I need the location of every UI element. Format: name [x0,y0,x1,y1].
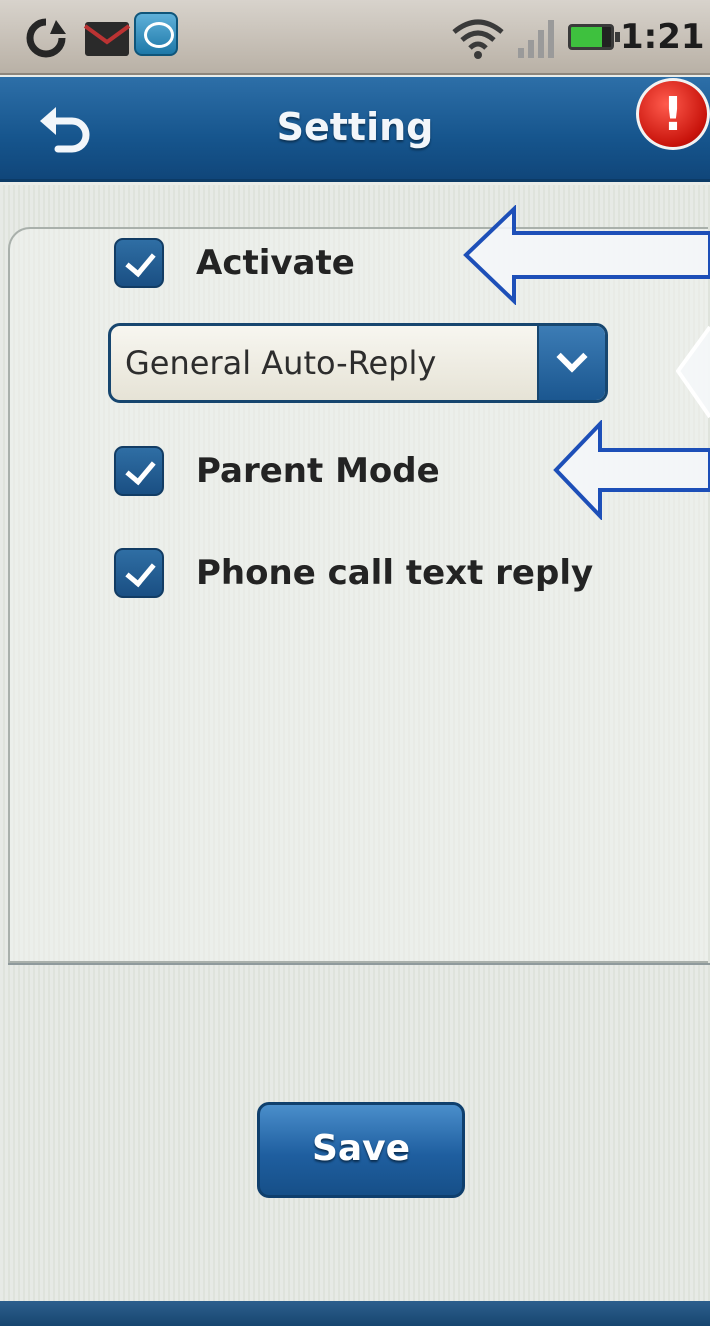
phone-call-reply-option[interactable]: Phone call text reply [114,543,593,603]
page-title: Setting [276,105,434,149]
parent-mode-label: Parent Mode [196,451,440,491]
bottom-strip [0,1301,710,1326]
dropdown-button[interactable] [537,326,605,400]
activate-label: Activate [196,243,355,283]
activate-option[interactable]: Activate [114,233,355,293]
parent-mode-checkbox[interactable] [114,446,164,496]
sync-icon [26,18,66,58]
battery-icon [568,24,620,50]
wifi-icon [452,19,504,59]
mail-icon [83,22,131,56]
annotation-arrow-activate [463,205,710,305]
reply-mode-dropdown[interactable]: General Auto-Reply [108,323,608,403]
reply-mode-value: General Auto-Reply [125,344,437,382]
save-button[interactable]: Save [257,1102,465,1198]
chevron-down-icon [556,341,588,373]
alert-icon[interactable]: ! [636,78,710,150]
status-bar: 1:21 [0,0,710,75]
title-bar: Setting [0,77,710,182]
settings-content: Activate General Auto-Reply Parent Mode … [0,185,710,1301]
phone-screen: 1:21 Setting ! Activate General Auto-Rep… [0,0,710,1326]
alert-glyph: ! [662,87,684,141]
activate-checkbox[interactable] [114,238,164,288]
annotation-arrow-dropdown [676,325,710,419]
divider [8,963,710,965]
phone-call-reply-checkbox[interactable] [114,548,164,598]
phone-call-reply-label: Phone call text reply [196,553,594,593]
signal-icon [518,20,554,58]
app-icon [134,12,178,56]
status-time: 1:21 [620,17,705,57]
parent-mode-option[interactable]: Parent Mode [114,441,440,501]
annotation-arrow-parent-mode [553,420,710,520]
